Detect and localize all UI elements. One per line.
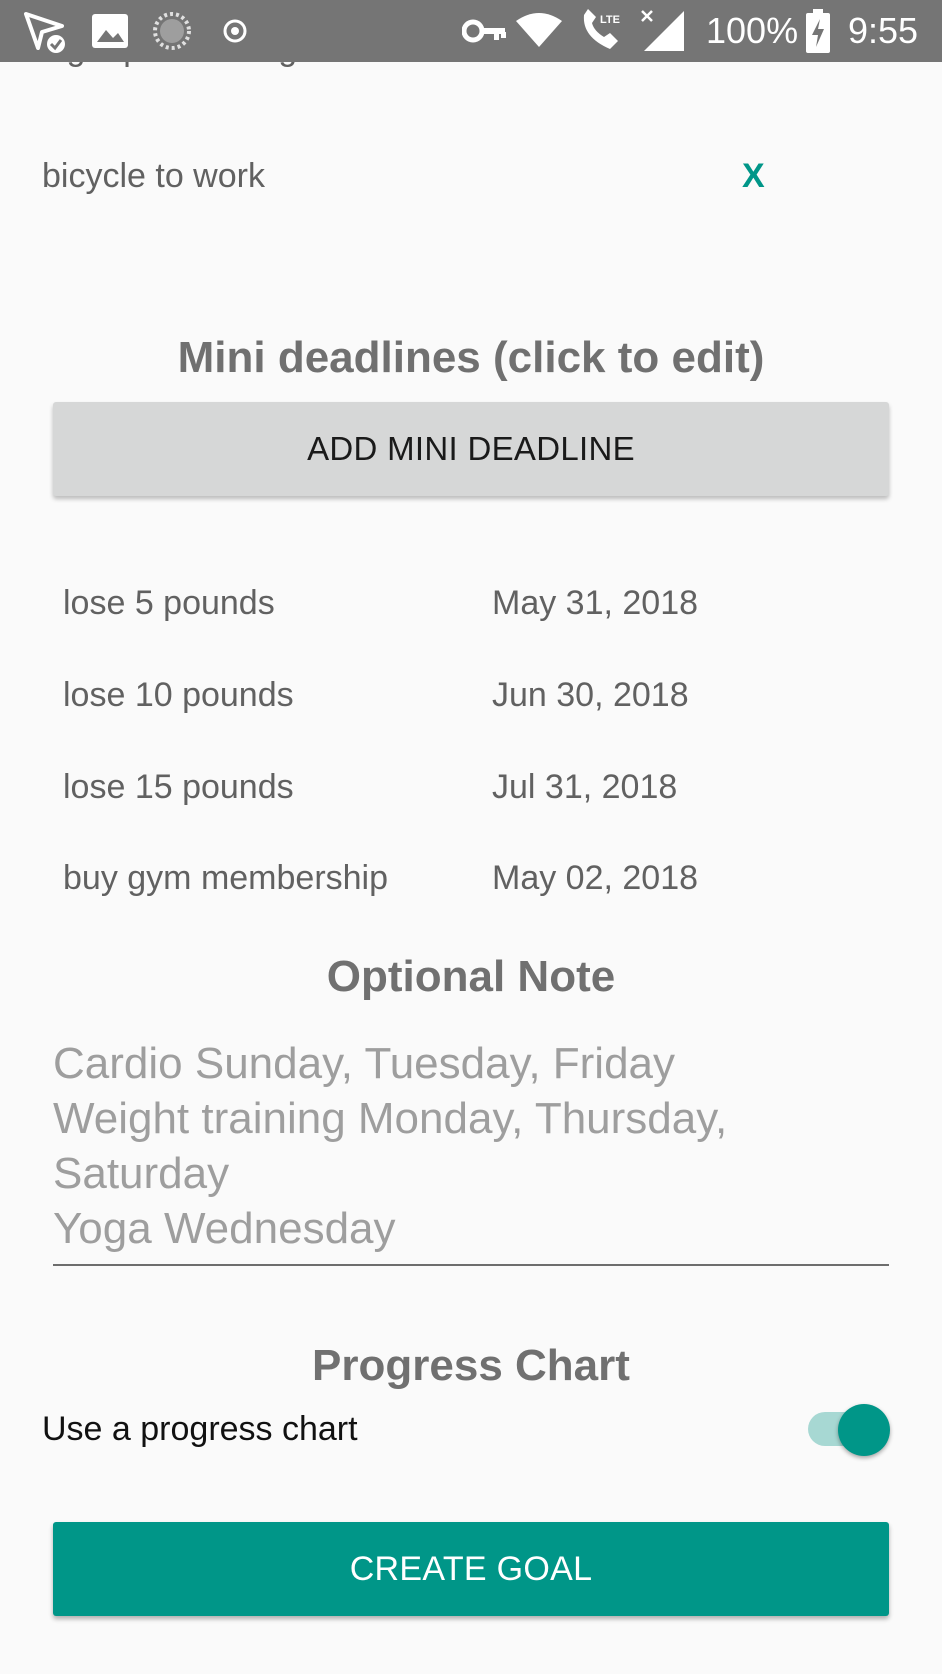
network-type-text: LTE (600, 14, 620, 26)
note-line: Yoga Wednesday (53, 1204, 396, 1253)
deadline-name: lose 5 pounds (63, 584, 275, 622)
deadline-row[interactable]: lose 15 pounds Jul 31, 2018 (0, 764, 942, 824)
deadline-row[interactable]: lose 5 pounds May 31, 2018 (0, 580, 942, 640)
note-line: Saturday (53, 1149, 230, 1198)
progress-chart-switch-label: Use a progress chart (42, 1410, 358, 1448)
signal-icon (640, 0, 686, 62)
nfc-icon (222, 0, 248, 62)
toggle-thumb (838, 1404, 890, 1456)
deadline-date: Jul 31, 2018 (492, 768, 678, 806)
status-bar: LTE 100% 9:55 (0, 0, 942, 62)
vpn-key-icon (462, 0, 506, 62)
wifi-icon (516, 0, 562, 62)
deadline-row[interactable]: lose 10 pounds Jun 30, 2018 (0, 672, 942, 732)
battery-percent: 100% (706, 10, 799, 51)
image-icon (92, 0, 128, 62)
mini-deadlines-title: Mini deadlines (click to edit) (177, 333, 765, 382)
progress-chart-title: Progress Chart (312, 1341, 630, 1390)
add-mini-deadline-button[interactable]: ADD MINI DEADLINE (53, 402, 889, 496)
deadline-name: buy gym membership (63, 859, 389, 897)
clock: 9:55 (848, 10, 919, 51)
deadline-date: May 31, 2018 (492, 584, 699, 622)
note-line: Cardio Sunday, Tuesday, Friday (53, 1039, 676, 1088)
deadline-name: lose 15 pounds (63, 768, 294, 806)
remove-step-button[interactable]: X (742, 157, 765, 196)
deadline-date: Jun 30, 2018 (492, 676, 689, 714)
battery-charging-icon (806, 0, 830, 62)
progress-chart-toggle[interactable] (806, 1402, 892, 1458)
note-line: Weight training Monday, Thursday, (53, 1094, 728, 1143)
deadline-name: lose 10 pounds (63, 676, 294, 714)
lte-call-icon: LTE (580, 0, 626, 62)
deadline-date: May 02, 2018 (492, 859, 699, 897)
create-goal-button[interactable]: CREATE GOAL (53, 1522, 889, 1616)
deadline-row[interactable]: buy gym membership May 02, 2018 (0, 855, 942, 915)
send-check-icon (22, 0, 68, 62)
note-field[interactable]: Cardio Sunday, Tuesday, Friday Weight tr… (53, 1036, 889, 1256)
step-item-label: bicycle to work (42, 157, 265, 195)
optional-note-title: Optional Note (326, 952, 616, 1001)
sync-icon (152, 0, 192, 62)
note-underline (53, 1264, 889, 1266)
